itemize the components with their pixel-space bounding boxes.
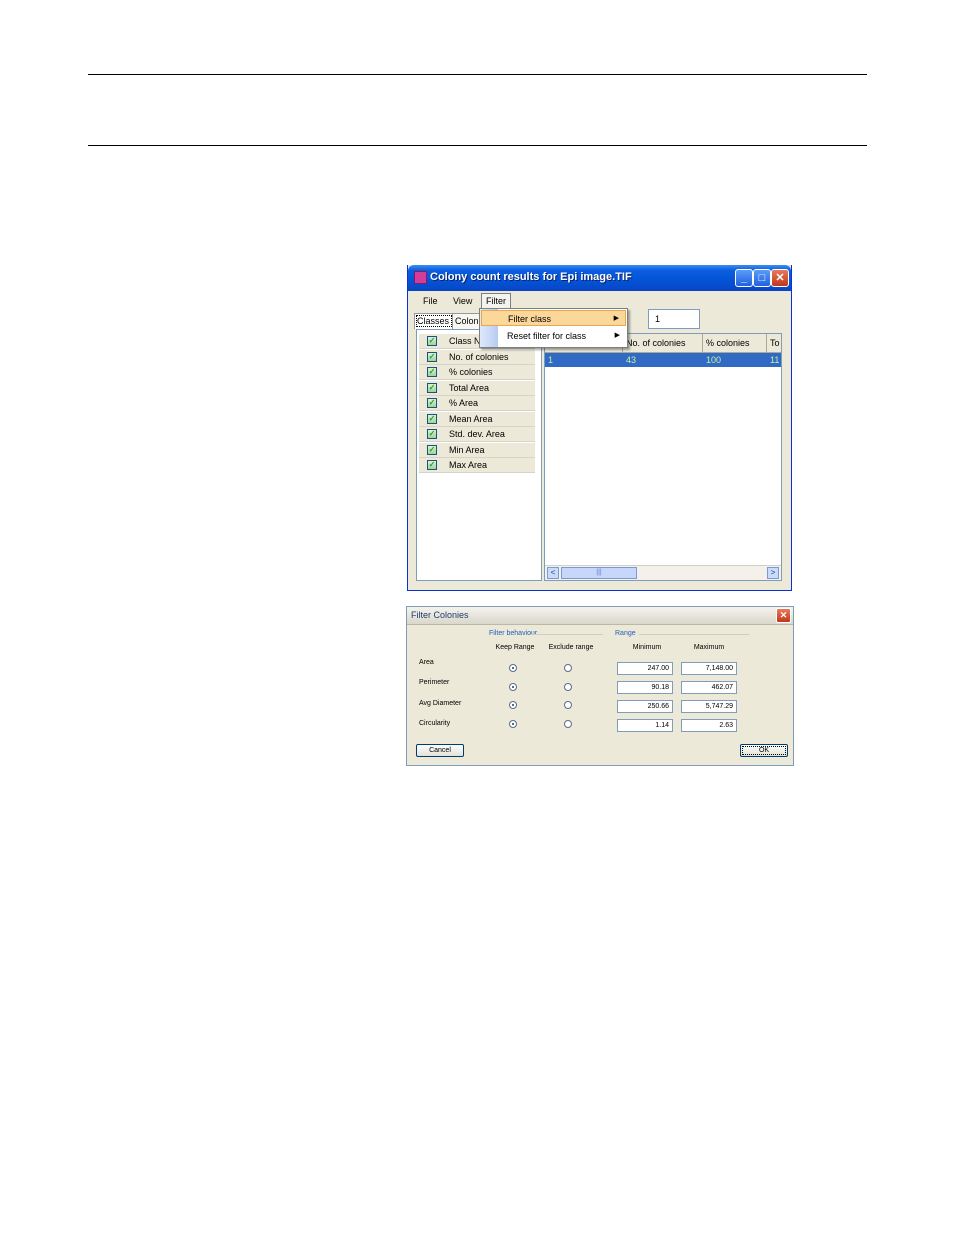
checklist-label: Max Area [449, 460, 488, 470]
window-title: Colony count results for Epi image.TIF [430, 271, 632, 283]
exclude-range-radio[interactable] [564, 664, 572, 672]
title-bar[interactable]: Colony count results for Epi image.TIF _… [408, 265, 791, 291]
row-label-area: Area [419, 659, 434, 666]
checkbox-icon[interactable]: ✓ [427, 445, 437, 455]
checklist-item[interactable]: ✓ No. of colonies [419, 350, 535, 365]
checkbox-icon[interactable]: ✓ [427, 383, 437, 393]
avg-diameter-max-input[interactable]: 5,747.29 [681, 700, 737, 713]
row-label-circularity: Circularity [419, 720, 451, 727]
group-filter-behaviour: Filter behaviour [489, 630, 538, 637]
keep-range-radio[interactable] [509, 720, 517, 728]
close-button[interactable]: ✕ [771, 269, 789, 287]
col-minimum: Minimum [632, 644, 662, 651]
grid-header-cell[interactable]: % colonies [703, 334, 767, 352]
dialog-close-button[interactable]: ✕ [776, 608, 791, 623]
scroll-thumb[interactable]: ||| [561, 567, 637, 579]
col-keep-range: Keep Range [495, 644, 535, 651]
dialog-title-bar[interactable]: Filter Colonies ✕ [407, 607, 793, 625]
checklist-label: Std. dev. Area [449, 429, 505, 439]
top-rule [88, 74, 867, 75]
menu-item-filter-class[interactable]: Filter class ▶ [481, 310, 626, 326]
area-min-input[interactable]: 247.00 [617, 662, 673, 675]
col-maximum: Maximum [693, 644, 725, 651]
checklist-item[interactable]: ✓ Max Area [419, 458, 535, 473]
checkbox-icon[interactable]: ✓ [427, 414, 437, 424]
filter-menu-dropdown: Filter class ▶ Reset filter for class ▶ [479, 308, 628, 348]
cancel-button[interactable]: Cancel [416, 744, 464, 757]
group-divider [531, 634, 603, 635]
checkbox-icon[interactable]: ✓ [427, 336, 437, 346]
checklist-item[interactable]: ✓ Mean Area [419, 412, 535, 427]
circularity-min-input[interactable]: 1.14 [617, 719, 673, 732]
scroll-right-button[interactable]: > [767, 567, 779, 579]
checkbox-icon[interactable]: ✓ [427, 367, 437, 377]
maximize-button[interactable]: □ [753, 269, 771, 287]
results-grid: Class Number No. of colonies % colonies … [544, 333, 782, 581]
checklist-label: Min Area [449, 445, 485, 455]
dialog-title: Filter Colonies [411, 610, 469, 620]
filter-colonies-dialog: Filter Colonies ✕ Filter behaviour Range… [406, 606, 794, 766]
grid-header-cell[interactable]: No. of colonies [623, 334, 703, 352]
avg-diameter-min-input[interactable]: 250.66 [617, 700, 673, 713]
grid-cell: 11 [770, 355, 780, 365]
checklist-item[interactable]: ✓ Total Area [419, 381, 535, 396]
menu-item-reset-filter[interactable]: Reset filter for class ▶ [481, 328, 626, 344]
checklist-label: Total Area [449, 383, 490, 393]
horizontal-scrollbar[interactable]: < ||| > [545, 565, 781, 580]
checkbox-icon[interactable]: ✓ [427, 398, 437, 408]
grid-cell: 1 [548, 355, 554, 365]
grid-cell: 43 [626, 355, 637, 365]
checklist-label: No. of colonies [449, 352, 509, 362]
group-range: Range [615, 630, 636, 637]
checkbox-icon[interactable]: ✓ [427, 429, 437, 439]
menu-filter[interactable]: Filter [481, 293, 511, 309]
checklist-label: Class N [449, 336, 481, 346]
grid-cell: 100 [706, 355, 722, 365]
keep-range-radio[interactable] [509, 701, 517, 709]
menu-item-label: Filter class [508, 314, 552, 324]
menu-bar: File View Filter [411, 291, 788, 309]
exclude-range-radio[interactable] [564, 720, 572, 728]
checklist-item[interactable]: ✓ % Area [419, 396, 535, 411]
grid-header-cell[interactable]: To [767, 334, 781, 352]
checkbox-icon[interactable]: ✓ [427, 460, 437, 470]
circularity-max-input[interactable]: 2.63 [681, 719, 737, 732]
menu-view[interactable]: View [449, 294, 476, 308]
group-divider [639, 634, 749, 635]
keep-range-radio[interactable] [509, 683, 517, 691]
exclude-range-radio[interactable] [564, 701, 572, 709]
checklist-label: Mean Area [449, 414, 493, 424]
area-max-input[interactable]: 7,148.00 [681, 662, 737, 675]
menu-file[interactable]: File [419, 294, 442, 308]
row-label-perimeter: Perimeter [419, 679, 450, 686]
table-row[interactable]: 1 43 100 11 [545, 353, 781, 367]
header-bottom-rule [88, 145, 867, 146]
app-icon [414, 271, 427, 284]
ok-button[interactable]: OK [740, 744, 788, 757]
checklist-label: % colonies [449, 367, 493, 377]
colony-results-window: Colony count results for Epi image.TIF _… [407, 265, 792, 591]
exclude-range-radio[interactable] [564, 683, 572, 691]
checklist-item[interactable]: ✓ % colonies [419, 365, 535, 380]
scroll-left-button[interactable]: < [547, 567, 559, 579]
submenu-arrow-icon: ▶ [614, 332, 620, 339]
checklist-item[interactable]: ✓ Min Area [419, 443, 535, 458]
menu-item-label: Reset filter for class [507, 331, 587, 341]
tab-classes[interactable]: Classes [414, 313, 454, 329]
perimeter-max-input[interactable]: 462.07 [681, 681, 737, 694]
row-label-avg-diameter: Avg Diameter [419, 700, 462, 707]
checklist-item[interactable]: ✓ Std. dev. Area [419, 427, 535, 442]
col-exclude-range: Exclude range [548, 644, 594, 651]
submenu-arrow-icon: ▶ [613, 315, 619, 322]
class-number-field[interactable]: 1 [648, 309, 700, 329]
minimize-button[interactable]: _ [735, 269, 753, 287]
perimeter-min-input[interactable]: 90.18 [617, 681, 673, 694]
checkbox-icon[interactable]: ✓ [427, 352, 437, 362]
field-checklist: ✓ Class N ✓ No. of colonies ✓ % colonies… [416, 329, 542, 581]
keep-range-radio[interactable] [509, 664, 517, 672]
checklist-label: % Area [449, 398, 479, 408]
